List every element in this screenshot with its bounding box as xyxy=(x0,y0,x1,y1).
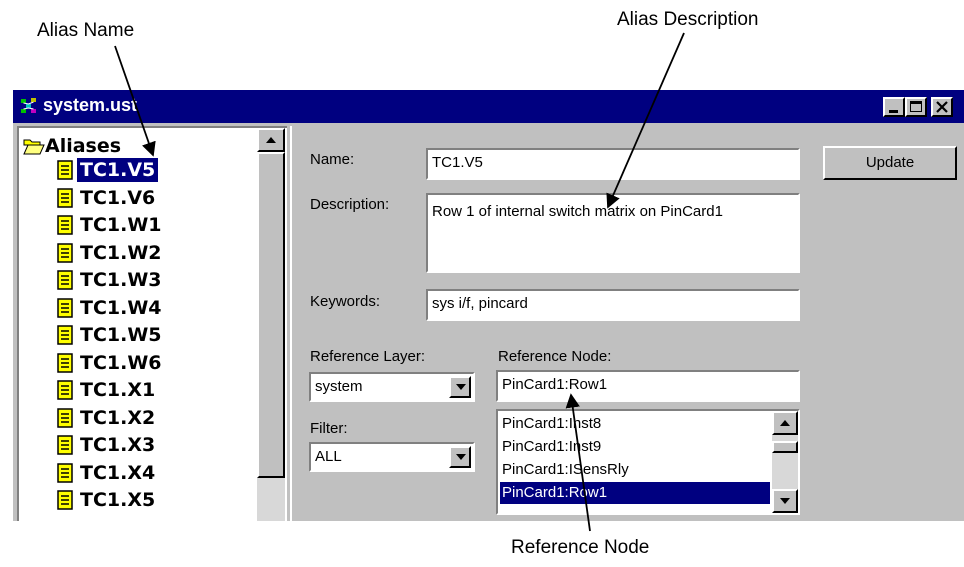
callout-lines xyxy=(114,32,685,532)
alias-description-pointer xyxy=(606,32,685,209)
reference-node-pointer xyxy=(565,393,591,532)
alias-name-pointer xyxy=(114,45,156,157)
